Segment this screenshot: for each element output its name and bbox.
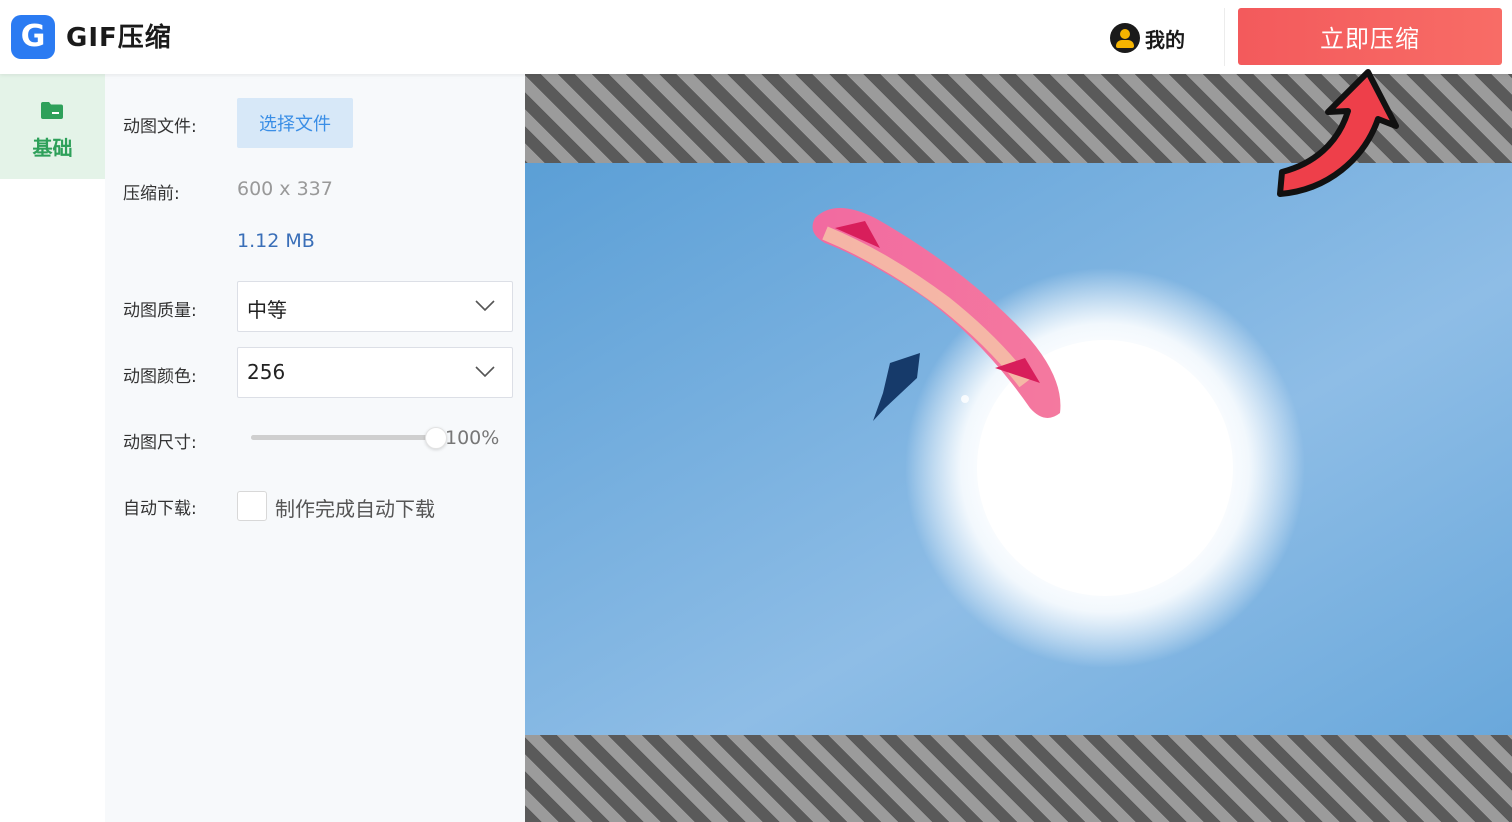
compress-now-button[interactable]: 立即压缩 bbox=[1238, 8, 1502, 65]
before-compress-label: 压缩前: bbox=[123, 184, 180, 204]
dimension-value: 100% bbox=[445, 427, 500, 449]
sidebar: 基础 bbox=[0, 74, 105, 822]
quality-select[interactable]: 中等 bbox=[237, 281, 513, 332]
sidebar-item-basic[interactable]: 基础 bbox=[0, 74, 105, 179]
app-title: GIF压缩 bbox=[66, 23, 172, 53]
settings-panel: 动图文件: 选择文件 压缩前: 600 x 337 1.12 MB 动图质量: … bbox=[105, 74, 525, 822]
auto-download-checkbox[interactable] bbox=[237, 491, 267, 521]
dimension-slider[interactable] bbox=[251, 427, 447, 449]
original-file-size: 1.12 MB bbox=[237, 230, 315, 252]
chevron-down-icon bbox=[475, 300, 495, 312]
auto-download-checkbox-label: 制作完成自动下载 bbox=[275, 497, 435, 521]
slider-fill bbox=[251, 435, 436, 440]
colors-label: 动图颜色: bbox=[123, 367, 197, 387]
dimension-label: 动图尺寸: bbox=[123, 433, 197, 453]
file-label: 动图文件: bbox=[123, 117, 197, 137]
choose-file-button[interactable]: 选择文件 bbox=[237, 98, 353, 148]
colors-select-value: 256 bbox=[247, 360, 286, 384]
app-logo-icon: G bbox=[11, 15, 55, 59]
auto-download-label: 自动下载: bbox=[123, 499, 197, 519]
chevron-down-icon bbox=[475, 366, 495, 378]
quality-select-value: 中等 bbox=[247, 298, 287, 322]
top-header: G GIF压缩 我的 立即压缩 bbox=[0, 0, 1512, 74]
folder-icon bbox=[41, 102, 63, 119]
slider-thumb[interactable] bbox=[425, 427, 447, 449]
sidebar-item-label: 基础 bbox=[32, 136, 73, 160]
user-menu-label: 我的 bbox=[1145, 27, 1185, 52]
quality-label: 动图质量: bbox=[123, 301, 197, 321]
colors-select[interactable]: 256 bbox=[237, 347, 513, 398]
preview-image bbox=[525, 163, 1512, 735]
original-dimensions: 600 x 337 bbox=[237, 178, 333, 200]
header-divider bbox=[1224, 8, 1225, 66]
user-avatar-icon bbox=[1110, 23, 1140, 53]
curved-arrow-icon bbox=[1277, 69, 1399, 197]
user-menu[interactable]: 我的 bbox=[1110, 23, 1185, 53]
